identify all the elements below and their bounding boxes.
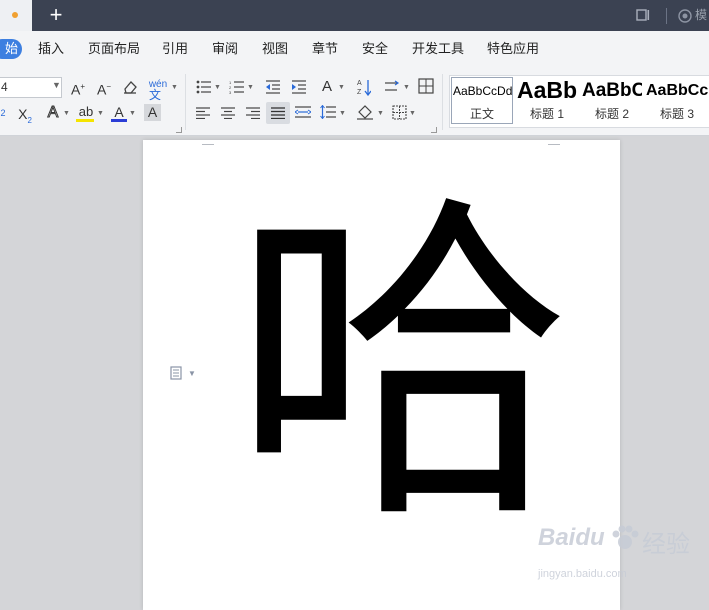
- window-layout-icon[interactable]: [636, 9, 650, 21]
- line-spacing-icon[interactable]: [320, 105, 336, 119]
- font-color-bar: [111, 119, 127, 122]
- chevron-down-icon: ▼: [97, 110, 104, 117]
- paw-logo-icon: [612, 525, 639, 549]
- paragraph-dialog-launcher-icon[interactable]: [431, 127, 437, 133]
- style-normal-sample: AaBbCcDd: [453, 84, 513, 98]
- align-right-icon[interactable]: [246, 107, 260, 119]
- menu-tab-review[interactable]: 审阅: [212, 41, 238, 57]
- line-spacing-swap-icon[interactable]: [384, 80, 400, 94]
- sort-icon[interactable]: AZ: [357, 78, 371, 96]
- align-center-icon[interactable]: [221, 107, 235, 119]
- text-direction-button[interactable]: A: [318, 78, 336, 96]
- menu-tab-featured[interactable]: 特色应用: [487, 41, 539, 57]
- distributed-align-icon[interactable]: [295, 106, 311, 119]
- menu-tab-security[interactable]: 安全: [362, 41, 388, 57]
- style-heading3-label: 标题 3: [660, 107, 695, 121]
- menu-tab-developer[interactable]: 开发工具: [412, 41, 464, 57]
- chevron-down-icon: ▼: [339, 110, 346, 117]
- align-left-icon[interactable]: [196, 107, 210, 119]
- chevron-down-icon: ▼: [171, 84, 178, 91]
- grow-font-button[interactable]: A+: [68, 78, 88, 99]
- style-heading1-sample[interactable]: AaBb: [517, 77, 579, 104]
- subscript-button[interactable]: X2: [14, 105, 36, 130]
- style-heading2-sample[interactable]: AaBbC: [582, 80, 642, 102]
- menu-tab-page-layout[interactable]: 页面布局: [88, 41, 140, 57]
- shrink-font-button[interactable]: A−: [94, 78, 114, 99]
- character-shading-button[interactable]: A: [144, 104, 161, 121]
- bullet-list-icon[interactable]: [196, 80, 212, 94]
- template-label[interactable]: 模: [695, 8, 707, 22]
- title-bar: [0, 0, 709, 31]
- chevron-down-icon: ▼: [247, 84, 254, 91]
- chevron-down-icon: ▼: [52, 80, 61, 90]
- text-effect-label: A: [47, 104, 59, 122]
- shrink-font-label: A: [96, 81, 107, 98]
- chevron-down-icon: ▼: [338, 84, 345, 91]
- grow-font-label: A: [70, 81, 81, 98]
- font-dialog-launcher-icon[interactable]: [176, 127, 182, 133]
- watermark-brand-cn: 经验: [642, 531, 690, 558]
- paragraph-shading-icon[interactable]: [356, 104, 374, 120]
- menu-tab-insert[interactable]: 插入: [38, 41, 64, 57]
- eraser-icon[interactable]: [122, 80, 138, 94]
- svg-text:3: 3: [229, 90, 232, 94]
- chevron-down-icon: ▼: [214, 84, 221, 91]
- justify-icon: [271, 107, 285, 119]
- watermark-brand: Baidu: [538, 524, 605, 551]
- borders-icon[interactable]: [392, 105, 407, 120]
- decrease-indent-icon[interactable]: [265, 80, 281, 94]
- style-heading3-sample[interactable]: AaBbCc: [646, 82, 709, 100]
- watermark-url: jingyan.baidu.com: [538, 568, 627, 580]
- template-icon[interactable]: [678, 9, 692, 23]
- chevron-down-icon: ▼: [63, 110, 70, 117]
- increase-indent-icon[interactable]: [291, 80, 307, 94]
- svg-text:Z: Z: [357, 89, 362, 96]
- numbered-list-icon[interactable]: 123: [229, 80, 245, 94]
- unsaved-dot-icon: [12, 12, 18, 18]
- document-character[interactable]: 哈: [222, 176, 582, 556]
- superscript-button[interactable]: 2: [0, 104, 8, 122]
- text-effect-button[interactable]: A: [44, 104, 62, 122]
- svg-text:A: A: [357, 80, 362, 87]
- chevron-down-icon: ▼: [129, 110, 136, 117]
- crop-mark: [202, 138, 214, 145]
- style-heading2-label: 标题 2: [595, 107, 630, 121]
- menu-tab-references[interactable]: 引用: [162, 41, 188, 57]
- group-divider: [442, 74, 443, 130]
- crop-mark: [548, 138, 560, 145]
- watermark: Baidu 经验 jingyan.baidu.com: [534, 522, 704, 592]
- group-divider: [185, 74, 186, 130]
- style-normal-label: 正文: [470, 107, 495, 121]
- pinyin-icon: 文: [149, 88, 162, 102]
- chevron-down-icon: ▼: [377, 110, 384, 117]
- chevron-down-icon: ▼: [188, 369, 196, 378]
- menu-tab-view[interactable]: 视图: [262, 41, 288, 57]
- chevron-down-icon: ▼: [403, 84, 410, 91]
- show-marks-icon[interactable]: [418, 78, 434, 94]
- menu-tab-start[interactable]: 始: [0, 39, 22, 59]
- highlight-color-bar: [76, 119, 94, 122]
- style-heading1-label: 标题 1: [530, 107, 565, 121]
- paragraph-options-icon[interactable]: [170, 366, 184, 380]
- titlebar-divider: [666, 8, 667, 24]
- menu-tab-section[interactable]: 章节: [312, 41, 338, 57]
- new-tab-button[interactable]: +: [46, 3, 66, 27]
- document-tab[interactable]: [0, 0, 32, 31]
- chevron-down-icon: ▼: [409, 110, 416, 117]
